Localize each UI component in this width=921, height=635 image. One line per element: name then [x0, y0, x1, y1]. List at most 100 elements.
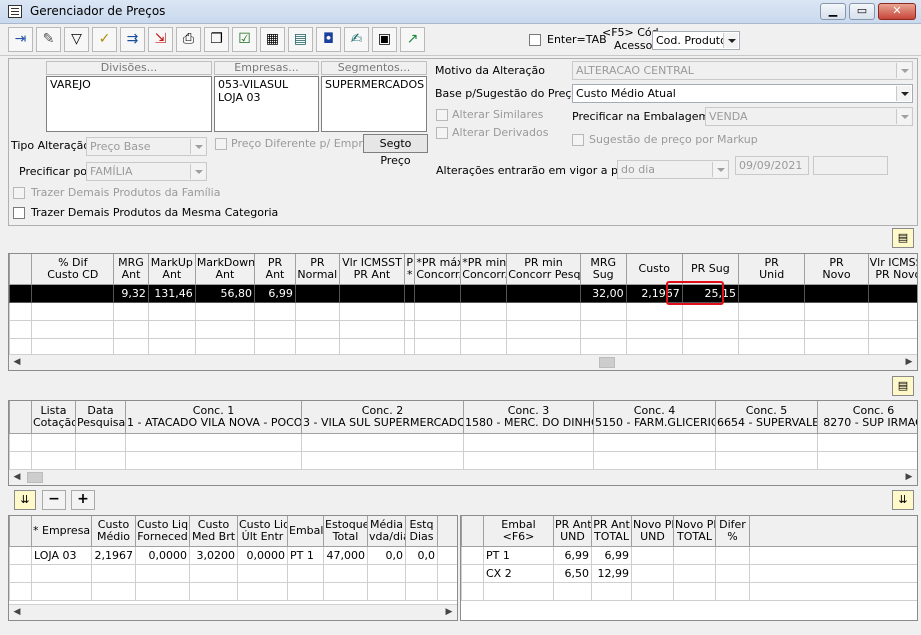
conc-cell[interactable] — [593, 450, 716, 470]
panel-toggle-icon[interactable]: ▤ — [892, 376, 914, 396]
chevron-down-icon[interactable] — [723, 33, 738, 48]
conc-header-2[interactable]: Conc. 1 1 - ATACADO VILA NOVA - POCOS — [125, 401, 302, 434]
embal-cell[interactable]: CX 2 — [483, 563, 554, 583]
emp-cell[interactable] — [437, 545, 457, 565]
emp-header-4[interactable]: Custo Liq Últ Entr — [237, 516, 288, 547]
emp-cell[interactable] — [405, 581, 438, 601]
grid-icon[interactable]: ▦ — [260, 27, 285, 52]
row-indicator[interactable] — [9, 581, 32, 601]
chevron-down-icon[interactable] — [190, 139, 205, 154]
emp-cell[interactable] — [31, 563, 92, 583]
conc-header-7[interactable]: Conc. 6 8270 - SUP IRMAO — [817, 401, 917, 434]
maximize-button[interactable]: ▭ — [849, 3, 875, 20]
main-cell[interactable] — [404, 283, 416, 303]
checklist-icon[interactable]: ☑ — [232, 27, 257, 52]
main-cell[interactable] — [147, 319, 196, 339]
save-icon[interactable]: ◘ — [316, 27, 341, 52]
divisoes-header[interactable]: Divisões... — [46, 61, 212, 75]
table-row[interactable] — [9, 450, 917, 470]
embal-header-4[interactable]: Novo PR TOTAL — [673, 516, 716, 547]
conc-cell[interactable] — [463, 432, 594, 452]
embal-cell[interactable]: 6,99 — [553, 545, 592, 565]
filter-check-icon[interactable]: ✓ — [92, 27, 117, 52]
emp-cell[interactable] — [135, 563, 190, 583]
conc-cell[interactable] — [715, 432, 818, 452]
embal-cell[interactable] — [715, 581, 750, 601]
row-indicator[interactable] — [9, 563, 32, 583]
conc-header-3[interactable]: Conc. 2 3 - VILA SUL SUPERMERCADO — [301, 401, 464, 434]
table-row[interactable] — [9, 563, 457, 583]
embal-cell[interactable] — [591, 581, 632, 601]
emp-cell[interactable]: 3,0200 — [189, 545, 238, 565]
scroll-right-icon[interactable]: ▶ — [441, 605, 457, 620]
expand-panel-icon[interactable]: ⇊ — [14, 490, 36, 510]
main-cell[interactable] — [867, 283, 917, 303]
calculator-icon[interactable]: ▣ — [372, 27, 397, 52]
main-cell[interactable]: 131,46 — [147, 283, 196, 303]
empresas-header[interactable]: Empresas... — [214, 61, 319, 75]
alterar-similares-checkbox[interactable] — [436, 109, 448, 121]
chevron-down-icon[interactable] — [896, 86, 911, 101]
add-button[interactable]: + — [71, 490, 95, 510]
main-cell[interactable] — [404, 301, 416, 321]
main-cell[interactable] — [338, 301, 406, 321]
main-header-7[interactable]: P * — [404, 254, 416, 285]
main-cell[interactable] — [737, 301, 806, 321]
alterar-derivados-checkbox[interactable] — [436, 127, 448, 139]
conc-header-6[interactable]: Conc. 5 6654 - SUPERVALE — [715, 401, 818, 434]
conc-cell[interactable] — [31, 450, 76, 470]
precificar-por-select[interactable]: FAMÍLIA — [86, 162, 207, 181]
embal-cell[interactable] — [749, 563, 917, 583]
emp-cell[interactable] — [323, 563, 368, 583]
row-indicator[interactable] — [9, 450, 32, 470]
main-cell[interactable] — [254, 319, 296, 339]
emp-cell[interactable] — [437, 563, 457, 583]
main-cell[interactable] — [194, 301, 256, 321]
table-row[interactable] — [9, 581, 457, 601]
embal-cell[interactable] — [631, 545, 674, 565]
main-cell[interactable] — [506, 319, 581, 339]
emp-cell[interactable]: 47,000 — [323, 545, 368, 565]
printer-icon[interactable]: ⎙ — [176, 27, 201, 52]
emp-header-1[interactable]: Custo Médio — [91, 516, 136, 547]
conc-cell[interactable] — [125, 450, 302, 470]
main-cell[interactable] — [254, 301, 296, 321]
main-cell[interactable] — [194, 319, 256, 339]
main-cell[interactable] — [867, 301, 917, 321]
precificar-embalagem-select[interactable]: VENDA — [705, 107, 913, 126]
main-cell[interactable]: 9,32 — [113, 283, 149, 303]
table-row[interactable]: CX 2 6,50 12,99 — [461, 563, 917, 583]
emp-cell[interactable] — [237, 563, 288, 583]
emp-cell[interactable]: 0,0 — [405, 545, 438, 565]
emp-cell[interactable] — [287, 581, 324, 601]
table-row[interactable] — [461, 581, 917, 601]
chevron-down-icon[interactable] — [190, 164, 205, 179]
main-header-6[interactable]: Vlr ICMSST PR Ant — [338, 254, 406, 285]
emp-cell[interactable] — [91, 563, 136, 583]
main-header-16[interactable]: Vlr ICMSST PR Novo — [867, 254, 917, 285]
copy-icon[interactable]: ❐ — [204, 27, 229, 52]
embal-cell[interactable] — [673, 545, 716, 565]
scroll-left-icon[interactable]: ◀ — [9, 470, 25, 485]
embal-cell[interactable] — [715, 545, 750, 565]
emp-cell[interactable] — [323, 581, 368, 601]
main-cell[interactable] — [31, 319, 115, 339]
emp-cell[interactable] — [405, 563, 438, 583]
row-indicator[interactable] — [461, 581, 484, 601]
segmentos-header[interactable]: Segmentos... — [321, 61, 427, 75]
segmentos-list[interactable]: SUPERMERCADOS — [321, 76, 427, 132]
table-row[interactable]: LOJA 03 2,1967 0,0000 3,0200 0,0000 PT 1 47,00… — [9, 545, 457, 565]
main-cell[interactable] — [579, 301, 627, 321]
row-indicator[interactable] — [461, 545, 484, 565]
motivo-select[interactable]: ALTERACAO CENTRAL — [572, 61, 913, 80]
emp-header-7[interactable]: Média vda/dia — [367, 516, 406, 547]
conc-cell[interactable] — [817, 432, 917, 452]
embal-cell[interactable] — [749, 545, 917, 565]
embal-cell[interactable] — [631, 563, 674, 583]
main-cell[interactable] — [113, 319, 149, 339]
conc-cell[interactable] — [301, 450, 464, 470]
main-header-12[interactable]: Custo — [625, 254, 683, 285]
row-indicator[interactable] — [9, 301, 33, 321]
emp-cell[interactable] — [189, 563, 238, 583]
main-cell[interactable] — [414, 283, 462, 303]
